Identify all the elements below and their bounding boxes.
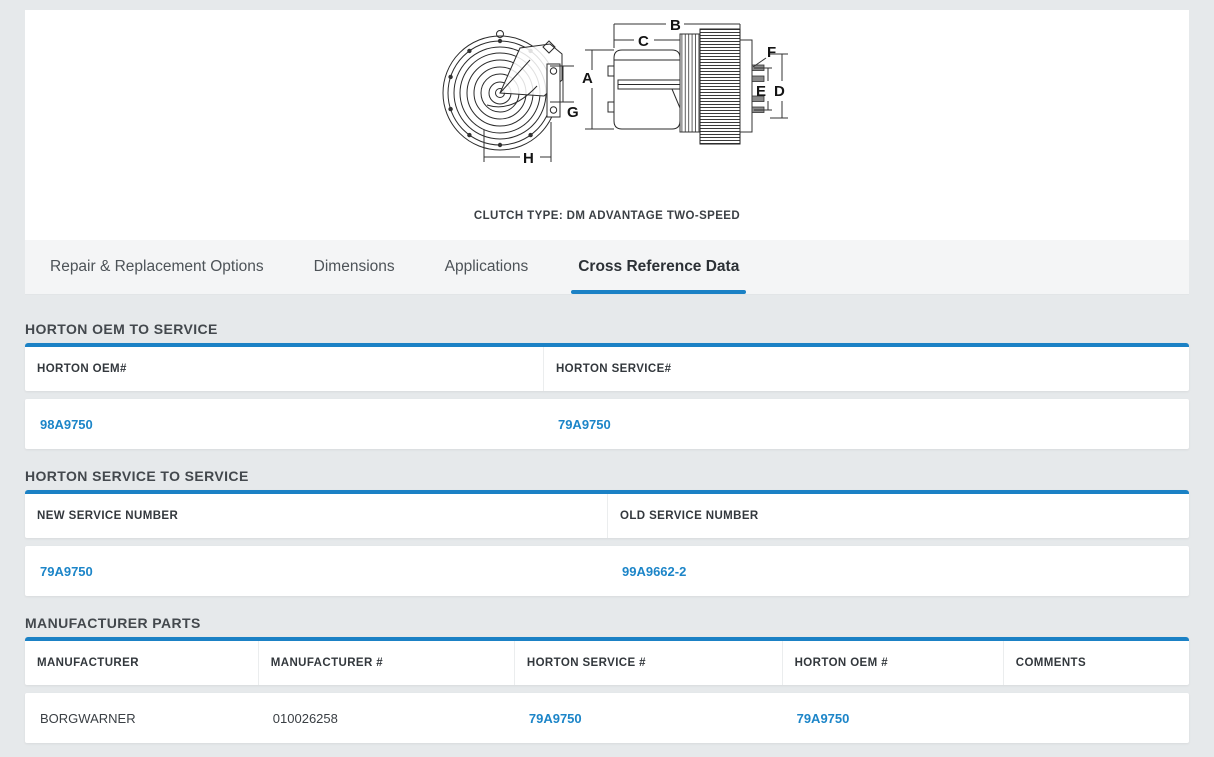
table-header-row: HORTON OEM# HORTON SERVICE#: [25, 343, 1189, 391]
section-title: HORTON SERVICE TO SERVICE: [25, 468, 1189, 484]
column-header-horton-oem-number: HORTON OEM #: [782, 641, 1003, 685]
tab-applications[interactable]: Applications: [445, 240, 529, 294]
manufacturer-name: BORGWARNER: [40, 711, 136, 726]
column-header-horton-service: HORTON SERVICE#: [543, 347, 1189, 391]
section-horton-oem-to-service: HORTON OEM TO SERVICE HORTON OEM# HORTON…: [25, 321, 1189, 449]
dim-label-h: H: [523, 150, 534, 167]
fan-clutch-front-view: G H: [443, 31, 579, 168]
part-number-link[interactable]: 79A9750: [40, 564, 93, 579]
table-row: 98A9750 79A9750: [25, 399, 1189, 449]
dim-label-g: G: [567, 104, 579, 121]
part-number-link[interactable]: 79A9750: [797, 711, 850, 726]
column-header-manufacturer: MANUFACTURER: [25, 641, 258, 685]
stud-plate: [740, 40, 752, 132]
product-tabs: Repair & Replacement Options Dimensions …: [25, 240, 1189, 295]
clutch-technical-diagram: G H: [422, 10, 792, 168]
dim-label-a: A: [582, 70, 593, 87]
dim-label-f: F: [767, 44, 776, 61]
section-title: MANUFACTURER PARTS: [25, 615, 1189, 631]
dim-label-e: E: [756, 83, 766, 100]
fan-clutch-side-view: A B C F: [582, 17, 788, 144]
table-manufacturer-parts: MANUFACTURER MANUFACTURER # HORTON SERVI…: [25, 637, 1189, 743]
tab-cross-reference-data[interactable]: Cross Reference Data: [578, 240, 739, 294]
section-title: HORTON OEM TO SERVICE: [25, 321, 1189, 337]
table-row: BORGWARNER 010026258 79A9750 79A9750: [25, 693, 1189, 743]
column-header-horton-service-number: HORTON SERVICE #: [514, 641, 782, 685]
mounting-bracket: [487, 41, 562, 117]
grooved-drum: [680, 34, 700, 132]
dim-label-d: D: [774, 83, 785, 100]
part-number-link[interactable]: 98A9750: [40, 417, 93, 432]
table-horton-oem-to-service: HORTON OEM# HORTON SERVICE# 98A9750 79A9…: [25, 343, 1189, 449]
table-header-row: MANUFACTURER MANUFACTURER # HORTON SERVI…: [25, 637, 1189, 685]
product-detail-page: G H: [0, 10, 1214, 757]
table-header-row: NEW SERVICE NUMBER OLD SERVICE NUMBER: [25, 490, 1189, 538]
column-header-old-service-number: OLD SERVICE NUMBER: [607, 494, 1189, 538]
cross-reference-content: HORTON OEM TO SERVICE HORTON OEM# HORTON…: [0, 295, 1214, 743]
tab-dimensions[interactable]: Dimensions: [314, 240, 395, 294]
product-diagram-panel: G H: [25, 10, 1189, 240]
column-header-horton-oem: HORTON OEM#: [25, 347, 543, 391]
manufacturer-part-number: 010026258: [273, 711, 338, 726]
clutch-type-caption: CLUTCH TYPE: DM ADVANTAGE TWO-SPEED: [25, 210, 1189, 222]
dim-label-c: C: [638, 33, 649, 50]
section-manufacturer-parts: MANUFACTURER PARTS MANUFACTURER MANUFACT…: [25, 615, 1189, 743]
section-horton-service-to-service: HORTON SERVICE TO SERVICE NEW SERVICE NU…: [25, 468, 1189, 596]
part-number-link[interactable]: 79A9750: [529, 711, 582, 726]
tab-repair-replacement-options[interactable]: Repair & Replacement Options: [50, 240, 264, 294]
column-header-new-service-number: NEW SERVICE NUMBER: [25, 494, 607, 538]
column-header-manufacturer-number: MANUFACTURER #: [258, 641, 514, 685]
part-number-link[interactable]: 79A9750: [558, 417, 611, 432]
column-header-comments: COMMENTS: [1003, 641, 1189, 685]
dim-label-b: B: [670, 17, 681, 34]
fan-disc-stack: [700, 29, 740, 144]
dimension-a-lines: [585, 50, 614, 129]
table-horton-service-to-service: NEW SERVICE NUMBER OLD SERVICE NUMBER 79…: [25, 490, 1189, 596]
part-number-link[interactable]: 99A9662-2: [622, 564, 686, 579]
table-row: 79A9750 99A9662-2: [25, 546, 1189, 596]
